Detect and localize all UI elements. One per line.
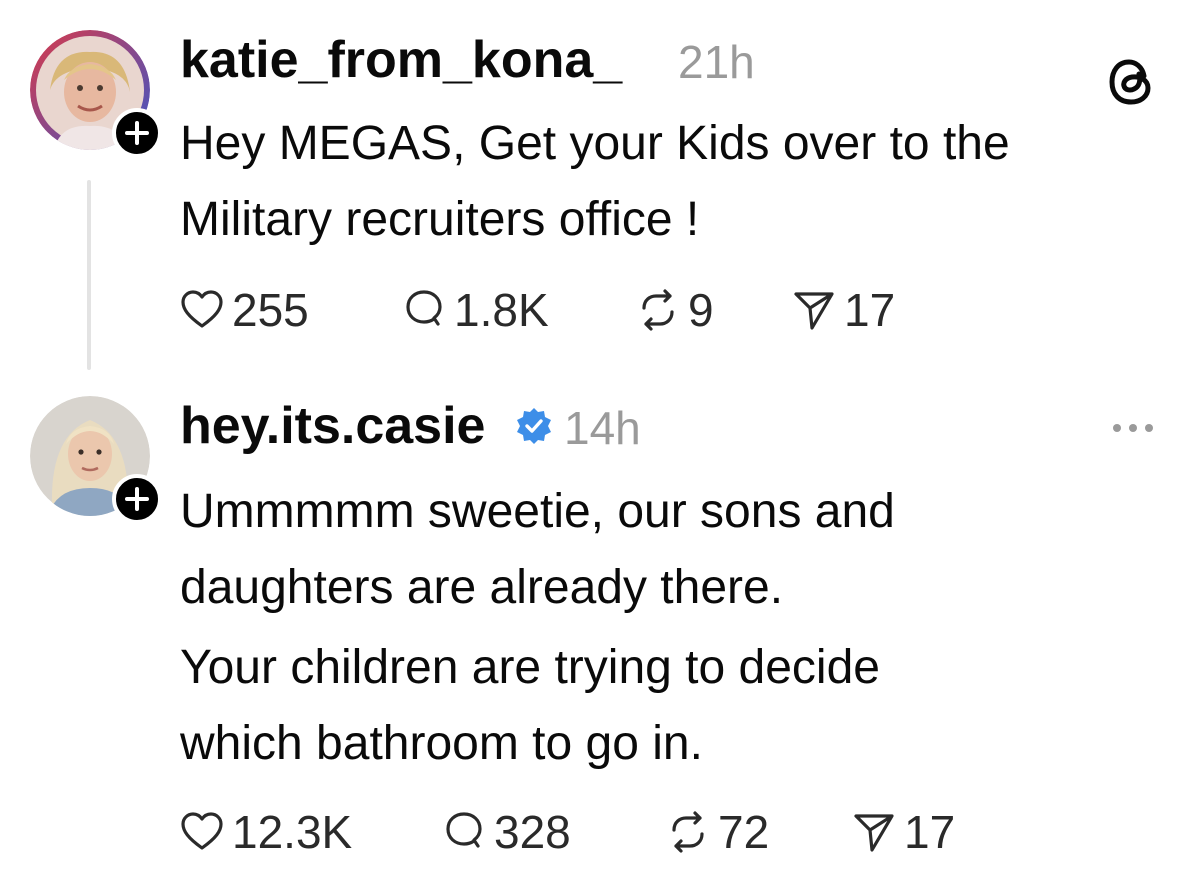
repost-button[interactable]: 9 (634, 280, 714, 340)
post-actions: 255 1.8K 9 17 (178, 280, 938, 340)
like-button[interactable]: 255 (178, 280, 309, 340)
like-count: 12.3K (232, 806, 353, 858)
share-count: 17 (844, 284, 896, 336)
thread-connector-line (87, 180, 91, 370)
post-timestamp[interactable]: 14h (564, 398, 641, 458)
send-icon (854, 814, 894, 852)
reply-button[interactable]: 328 (440, 802, 571, 862)
verified-badge-icon (514, 406, 554, 446)
share-count: 17 (904, 806, 956, 858)
repost-icon (672, 811, 704, 853)
repost-count: 9 (688, 284, 714, 336)
follow-plus-button[interactable] (112, 474, 162, 524)
share-button[interactable]: 17 (790, 280, 895, 340)
username[interactable]: hey.its.casie (180, 396, 485, 456)
repost-button[interactable]: 72 (664, 802, 769, 862)
reply-count: 1.8K (454, 284, 549, 336)
post-text-line: Ummmmm sweetie, our sons and (180, 485, 895, 538)
post-text-line: Your children are trying to decide (180, 641, 880, 694)
follow-plus-button[interactable] (112, 108, 162, 158)
post-timestamp[interactable]: 21h (678, 32, 755, 92)
like-button[interactable]: 12.3K (178, 802, 352, 862)
reply-count: 328 (494, 806, 571, 858)
send-icon (794, 292, 834, 330)
comment-icon (446, 812, 482, 848)
post-text-line: Military recruiters office ! (180, 193, 700, 246)
share-button[interactable]: 17 (850, 802, 955, 862)
reply-button[interactable]: 1.8K (400, 280, 549, 340)
post-actions: 12.3K 328 72 17 (178, 802, 978, 862)
threads-logo-icon (1104, 54, 1160, 110)
comment-icon (406, 290, 442, 326)
post-text-line: which bathroom to go in. (180, 717, 703, 770)
username[interactable]: katie_from_kona_ (180, 30, 622, 90)
like-count: 255 (232, 284, 309, 336)
repost-icon (642, 289, 674, 331)
heart-icon (181, 290, 223, 328)
heart-icon (181, 812, 223, 850)
post-text-line: daughters are already there. (180, 561, 784, 614)
post-text-line: Hey MEGAS, Get your Kids over to the (180, 117, 1010, 170)
more-options-icon[interactable] (1110, 416, 1156, 440)
repost-count: 72 (718, 806, 770, 858)
